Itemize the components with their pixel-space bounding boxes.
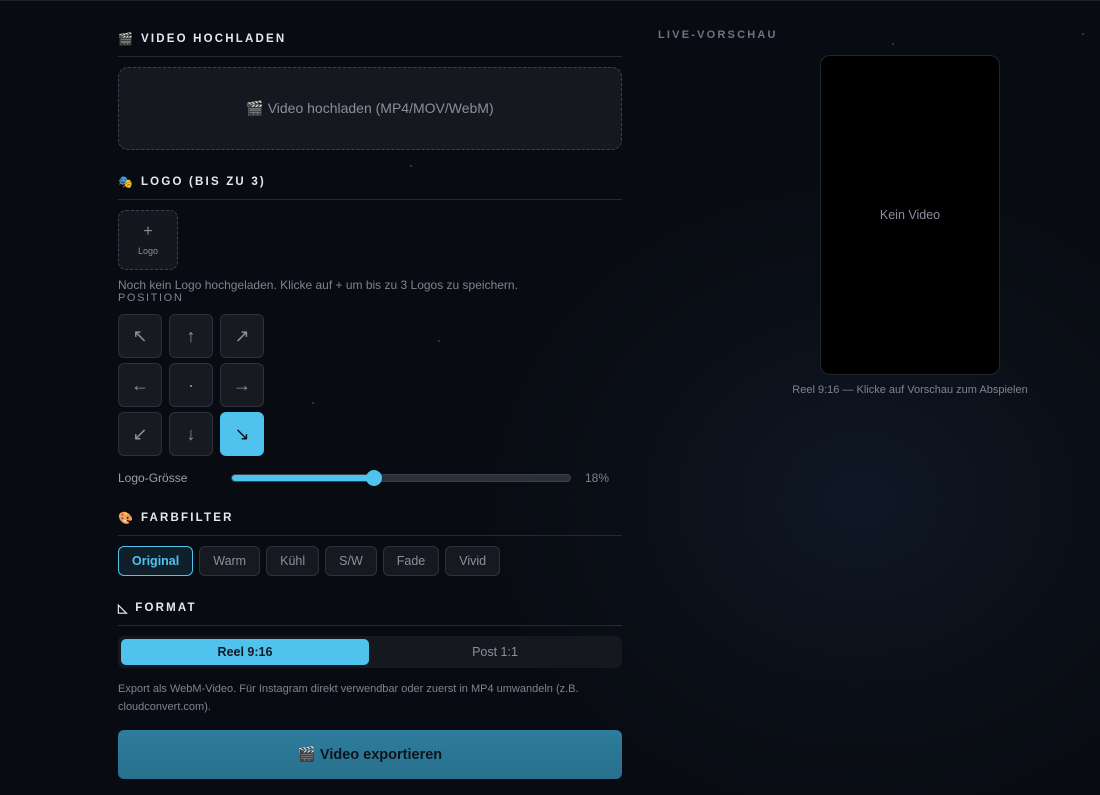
preview-caption: Reel 9:16 — Klicke auf Vorschau zum Absp… [792, 384, 1028, 396]
video-preview[interactable]: Kein Video [820, 55, 1000, 375]
format-reel-option[interactable]: Reel 9:16 [121, 639, 369, 665]
export-note: Export als WebM-Video. Für Instagram dir… [118, 683, 579, 713]
format-section-title: ◺ FORMAT [118, 601, 622, 626]
filter-kuehl-chip[interactable]: Kühl [266, 546, 320, 576]
position-top-center-button[interactable]: ↑ [169, 314, 213, 358]
format-toggle: Reel 9:16 Post 1:1 [118, 636, 622, 668]
video-upload-dropzone[interactable]: 🎬 Video hochladen (MP4/MOV/WebM) [118, 67, 622, 150]
star-decoration [410, 165, 412, 167]
position-bottom-right-button[interactable]: ↘ [220, 412, 264, 456]
upload-title-text: VIDEO HOCHLADEN [140, 33, 287, 45]
star-decoration [892, 43, 894, 45]
preview-title: LIVE-VORSCHAU [658, 29, 778, 41]
position-center-button[interactable]: · [169, 363, 213, 407]
masks-icon: 🎭 [118, 175, 133, 189]
format-title-text: FORMAT [135, 602, 197, 614]
filter-chips: Original Warm Kühl S/W Fade Vivid [118, 546, 501, 576]
position-bottom-center-button[interactable]: ↓ [169, 412, 213, 456]
add-logo-label: Logo [137, 246, 159, 256]
slider-handle[interactable] [365, 470, 382, 486]
filter-vivid-chip[interactable]: Vivid [445, 546, 501, 576]
clapper-icon: 🎬 [118, 32, 133, 46]
logo-size-value: 18% [585, 471, 610, 485]
export-video-button[interactable]: 🎬 Video exportieren [118, 730, 622, 779]
palette-icon: 🎨 [118, 511, 133, 525]
position-top-right-button[interactable]: ↗ [220, 314, 264, 358]
triangle-ruler-icon: ◺ [118, 601, 128, 615]
position-label: POSITION [118, 292, 184, 304]
filter-warm-chip[interactable]: Warm [199, 546, 261, 576]
filter-original-chip[interactable]: Original [118, 546, 194, 576]
preview-empty-text: Kein Video [879, 208, 941, 222]
add-logo-button[interactable]: + Logo [118, 210, 178, 270]
plus-icon: + [143, 223, 153, 240]
top-divider [0, 0, 1100, 1]
slider-fill [232, 475, 374, 481]
star-decoration [1082, 33, 1084, 35]
upload-dropzone-label: 🎬 Video hochladen (MP4/MOV/WebM) [246, 100, 494, 116]
logo-title-text: LOGO (BIS ZU 3) [140, 176, 266, 188]
logo-section-title: 🎭 LOGO (BIS ZU 3) [118, 175, 622, 200]
star-decoration [438, 340, 440, 342]
position-grid: ↖ ↑ ↗ ← · → ↙ ↓ ↘ [118, 314, 264, 456]
filter-sw-chip[interactable]: S/W [325, 546, 377, 576]
upload-section-title: 🎬 VIDEO HOCHLADEN [118, 32, 622, 57]
filter-title-text: FARBFILTER [140, 512, 234, 524]
position-middle-right-button[interactable]: → [220, 363, 264, 407]
position-middle-left-button[interactable]: ← [118, 363, 162, 407]
filter-fade-chip[interactable]: Fade [382, 546, 440, 576]
position-top-left-button[interactable]: ↖ [118, 314, 162, 358]
position-bottom-left-button[interactable]: ↙ [118, 412, 162, 456]
filter-section-title: 🎨 FARBFILTER [118, 511, 622, 536]
format-post-option[interactable]: Post 1:1 [371, 639, 619, 665]
logo-empty-hint: Noch kein Logo hochgeladen. Klicke auf +… [118, 278, 518, 292]
logo-size-slider[interactable] [231, 470, 571, 486]
star-decoration [312, 402, 314, 404]
logo-size-label: Logo-Grösse [118, 471, 188, 485]
